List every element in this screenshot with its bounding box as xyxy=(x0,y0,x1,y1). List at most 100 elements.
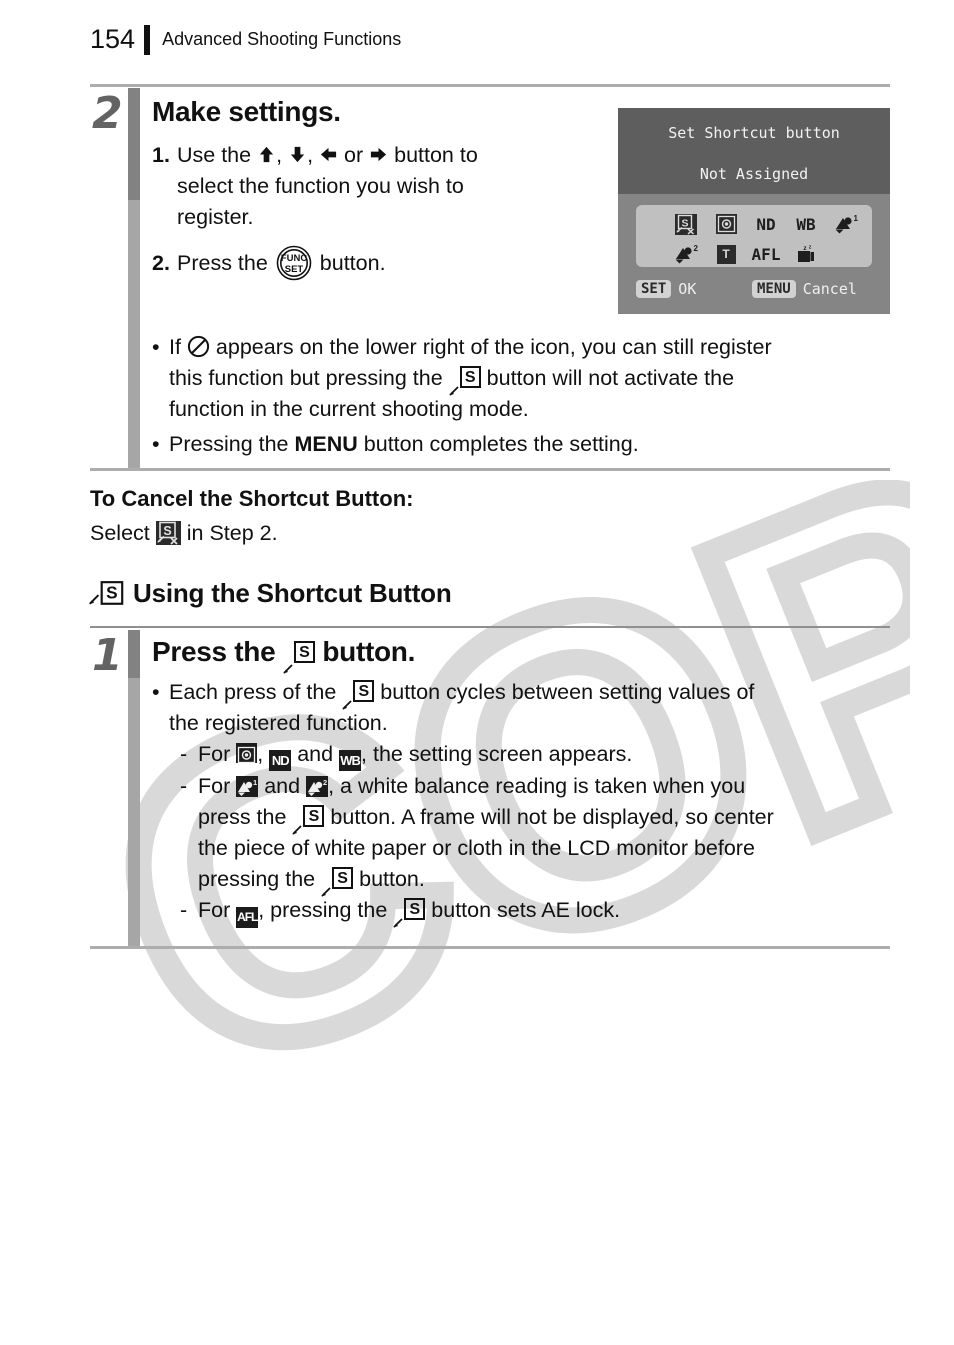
note-2-text: Pressing the MENU button completes the s… xyxy=(169,429,639,460)
step-1-bullet-part2: button cycles between setting values of xyxy=(380,680,755,704)
shortcut-off-icon: S xyxy=(155,521,181,545)
shortcut-button-icon: S xyxy=(342,680,375,710)
shortcut-button-icon: S xyxy=(449,366,481,396)
sub-1-part2: , the setting screen appears. xyxy=(361,742,633,766)
shortcut-button-icon: S xyxy=(283,641,315,674)
note-1: • If appears on the lower right of the i… xyxy=(152,332,892,425)
sub-item-2-text: For 1 and 2 , a white balance reading is… xyxy=(198,771,774,897)
step-1-bullet-marker: • xyxy=(152,680,160,704)
sub-item-2: - For 1 and 2 , a white balance reading … xyxy=(180,771,897,897)
note-1-part2: appears on the lower right of the icon, … xyxy=(215,335,772,359)
step-2-item-2-text: Press the FUNC SET button. xyxy=(177,245,386,281)
button-to-label: button to xyxy=(394,143,478,167)
display-off-icon: z z xyxy=(795,244,817,264)
sub-item-1: - For , ND and WB, the setting screen ap… xyxy=(180,739,897,771)
step-2-item-1-line3: register. xyxy=(177,205,254,229)
comma-2: , xyxy=(307,143,314,167)
svg-text:SET: SET xyxy=(285,264,304,275)
sub-item-3: - For AFL, pressing the S button sets AE… xyxy=(180,895,897,928)
lcd-set-ok[interactable]: SET OK xyxy=(636,280,696,298)
custom-wb-1-icon: 1 xyxy=(236,776,259,797)
lcd-title: Set Shortcut button xyxy=(668,124,840,142)
lcd-icon-row-1: S ND WB 1 xyxy=(666,209,866,239)
note-2: • Pressing the MENU button completes the… xyxy=(152,429,892,460)
step-2-instruction-list: 1. Use the , , or button to select the f… xyxy=(152,140,602,281)
af-lock-icon: AFL xyxy=(236,907,258,928)
menu-key-cap: MENU xyxy=(752,280,796,298)
custom-wb-1-icon: 1 xyxy=(834,214,859,234)
step-1-bullets: • Each press of the S button cycles betw… xyxy=(152,677,897,739)
note-1-part3: this function but pressing the xyxy=(169,366,443,390)
lcd-cell-nd-filter[interactable]: ND xyxy=(746,215,786,234)
lcd-cell-custom-wb-2[interactable]: 2 xyxy=(666,244,706,264)
step-1-bullet-part1: Each press of the xyxy=(169,680,337,704)
or-label: or xyxy=(344,143,364,167)
arrow-down-icon xyxy=(288,142,307,163)
step-1-bullet-text: Each press of the S button cycles betwee… xyxy=(169,677,754,739)
page-number: 154 xyxy=(90,24,136,54)
sub-item-2-marker: - xyxy=(180,774,188,798)
step-2-notes: • If appears on the lower right of the i… xyxy=(152,332,892,460)
sub-3-part2: , pressing the xyxy=(258,898,388,922)
menu-bold-label: MENU xyxy=(294,432,358,456)
nd-filter-icon: ND xyxy=(269,750,292,771)
custom-wb-2-icon: 2 xyxy=(306,776,329,797)
lcd-cell-spot-metering[interactable] xyxy=(706,214,746,234)
step-2-number: 2 xyxy=(92,88,123,139)
sub-2-for: For xyxy=(198,774,231,798)
sub-1-and: and xyxy=(297,742,334,766)
step-2-title: Make settings. xyxy=(152,96,341,127)
in-step-2-label: in Step 2. xyxy=(186,521,278,545)
note-1-part1: If xyxy=(169,335,181,359)
svg-text:z: z xyxy=(809,245,812,251)
arrow-right-icon xyxy=(369,142,388,162)
cancel-section-body: Select S in Step 2. xyxy=(90,518,830,549)
svg-text:S: S xyxy=(681,217,688,229)
select-label: Select xyxy=(90,521,150,545)
lcd-icon-grid: S ND WB 1 2 T AFL z z xyxy=(666,209,866,269)
svg-text:1: 1 xyxy=(854,214,859,223)
step-2-body: Make settings. 1. Use the , , or button … xyxy=(152,96,602,281)
lcd-icon-row-2: 2 T AFL z z xyxy=(666,239,866,269)
lcd-cell-white-balance[interactable]: WB xyxy=(786,215,826,234)
cancel-section: To Cancel the Shortcut Button: Select S … xyxy=(90,486,830,549)
lcd-screen-illustration: Set Shortcut button Not Assigned S ND WB… xyxy=(618,108,890,314)
step-1-title-after: button. xyxy=(322,636,416,667)
sub-item-1-marker: - xyxy=(180,742,188,766)
shortcut-button-icon: S xyxy=(321,867,354,897)
sub-2-part5: the piece of white paper or cloth in the… xyxy=(198,836,755,860)
step-1-bar-upper xyxy=(128,630,140,678)
lcd-menu-cancel[interactable]: MENU Cancel xyxy=(752,280,857,298)
section-title: Using the Shortcut Button xyxy=(133,578,452,608)
step-2-item-1: 1. Use the , , or button to select the f… xyxy=(152,140,602,233)
rule-bottom xyxy=(90,946,890,949)
custom-wb-2-icon: 2 xyxy=(674,244,699,264)
lcd-cell-custom-wb-1[interactable]: 1 xyxy=(826,214,866,234)
lcd-footer: SET OK MENU Cancel xyxy=(618,276,890,312)
step-1-number: 1 xyxy=(92,630,123,681)
svg-text:z: z xyxy=(803,245,807,252)
sub-3-part3: button sets AE lock. xyxy=(431,898,621,922)
svg-text:2: 2 xyxy=(323,778,327,787)
sub-2-part6: pressing the xyxy=(198,867,316,891)
lcd-cell-shortcut-off[interactable]: S xyxy=(666,213,706,235)
section-heading: S Using the Shortcut Button xyxy=(89,578,452,609)
set-key-cap: SET xyxy=(636,280,672,298)
sub-item-3-marker: - xyxy=(180,898,188,922)
menu-key-label: Cancel xyxy=(802,280,857,298)
lcd-cell-digital-tele[interactable]: T xyxy=(706,244,746,264)
step-1-bullet-1: • Each press of the S button cycles betw… xyxy=(152,677,897,739)
nd-filter-icon: ND xyxy=(756,214,776,234)
page-header: 154 Advanced Shooting Functions xyxy=(90,24,401,55)
lcd-cell-display-off[interactable]: z z xyxy=(786,244,826,264)
press-the-label: Press the xyxy=(177,251,268,275)
step-2-item-1-text: Use the , , or button to select the func… xyxy=(177,140,478,233)
func-set-button-icon: FUNC SET xyxy=(274,245,314,281)
step-2-item-2-marker: 2. xyxy=(152,251,170,275)
lcd-cell-af-lock[interactable]: AFL xyxy=(746,245,786,264)
sub-2-part7: button. xyxy=(359,867,425,891)
step-1-sub-items: - For , ND and WB, the setting screen ap… xyxy=(180,739,897,928)
rule-before-step-1 xyxy=(90,626,890,628)
white-balance-icon: WB xyxy=(339,750,362,771)
sub-item-1-text: For , ND and WB, the setting screen appe… xyxy=(198,739,632,771)
